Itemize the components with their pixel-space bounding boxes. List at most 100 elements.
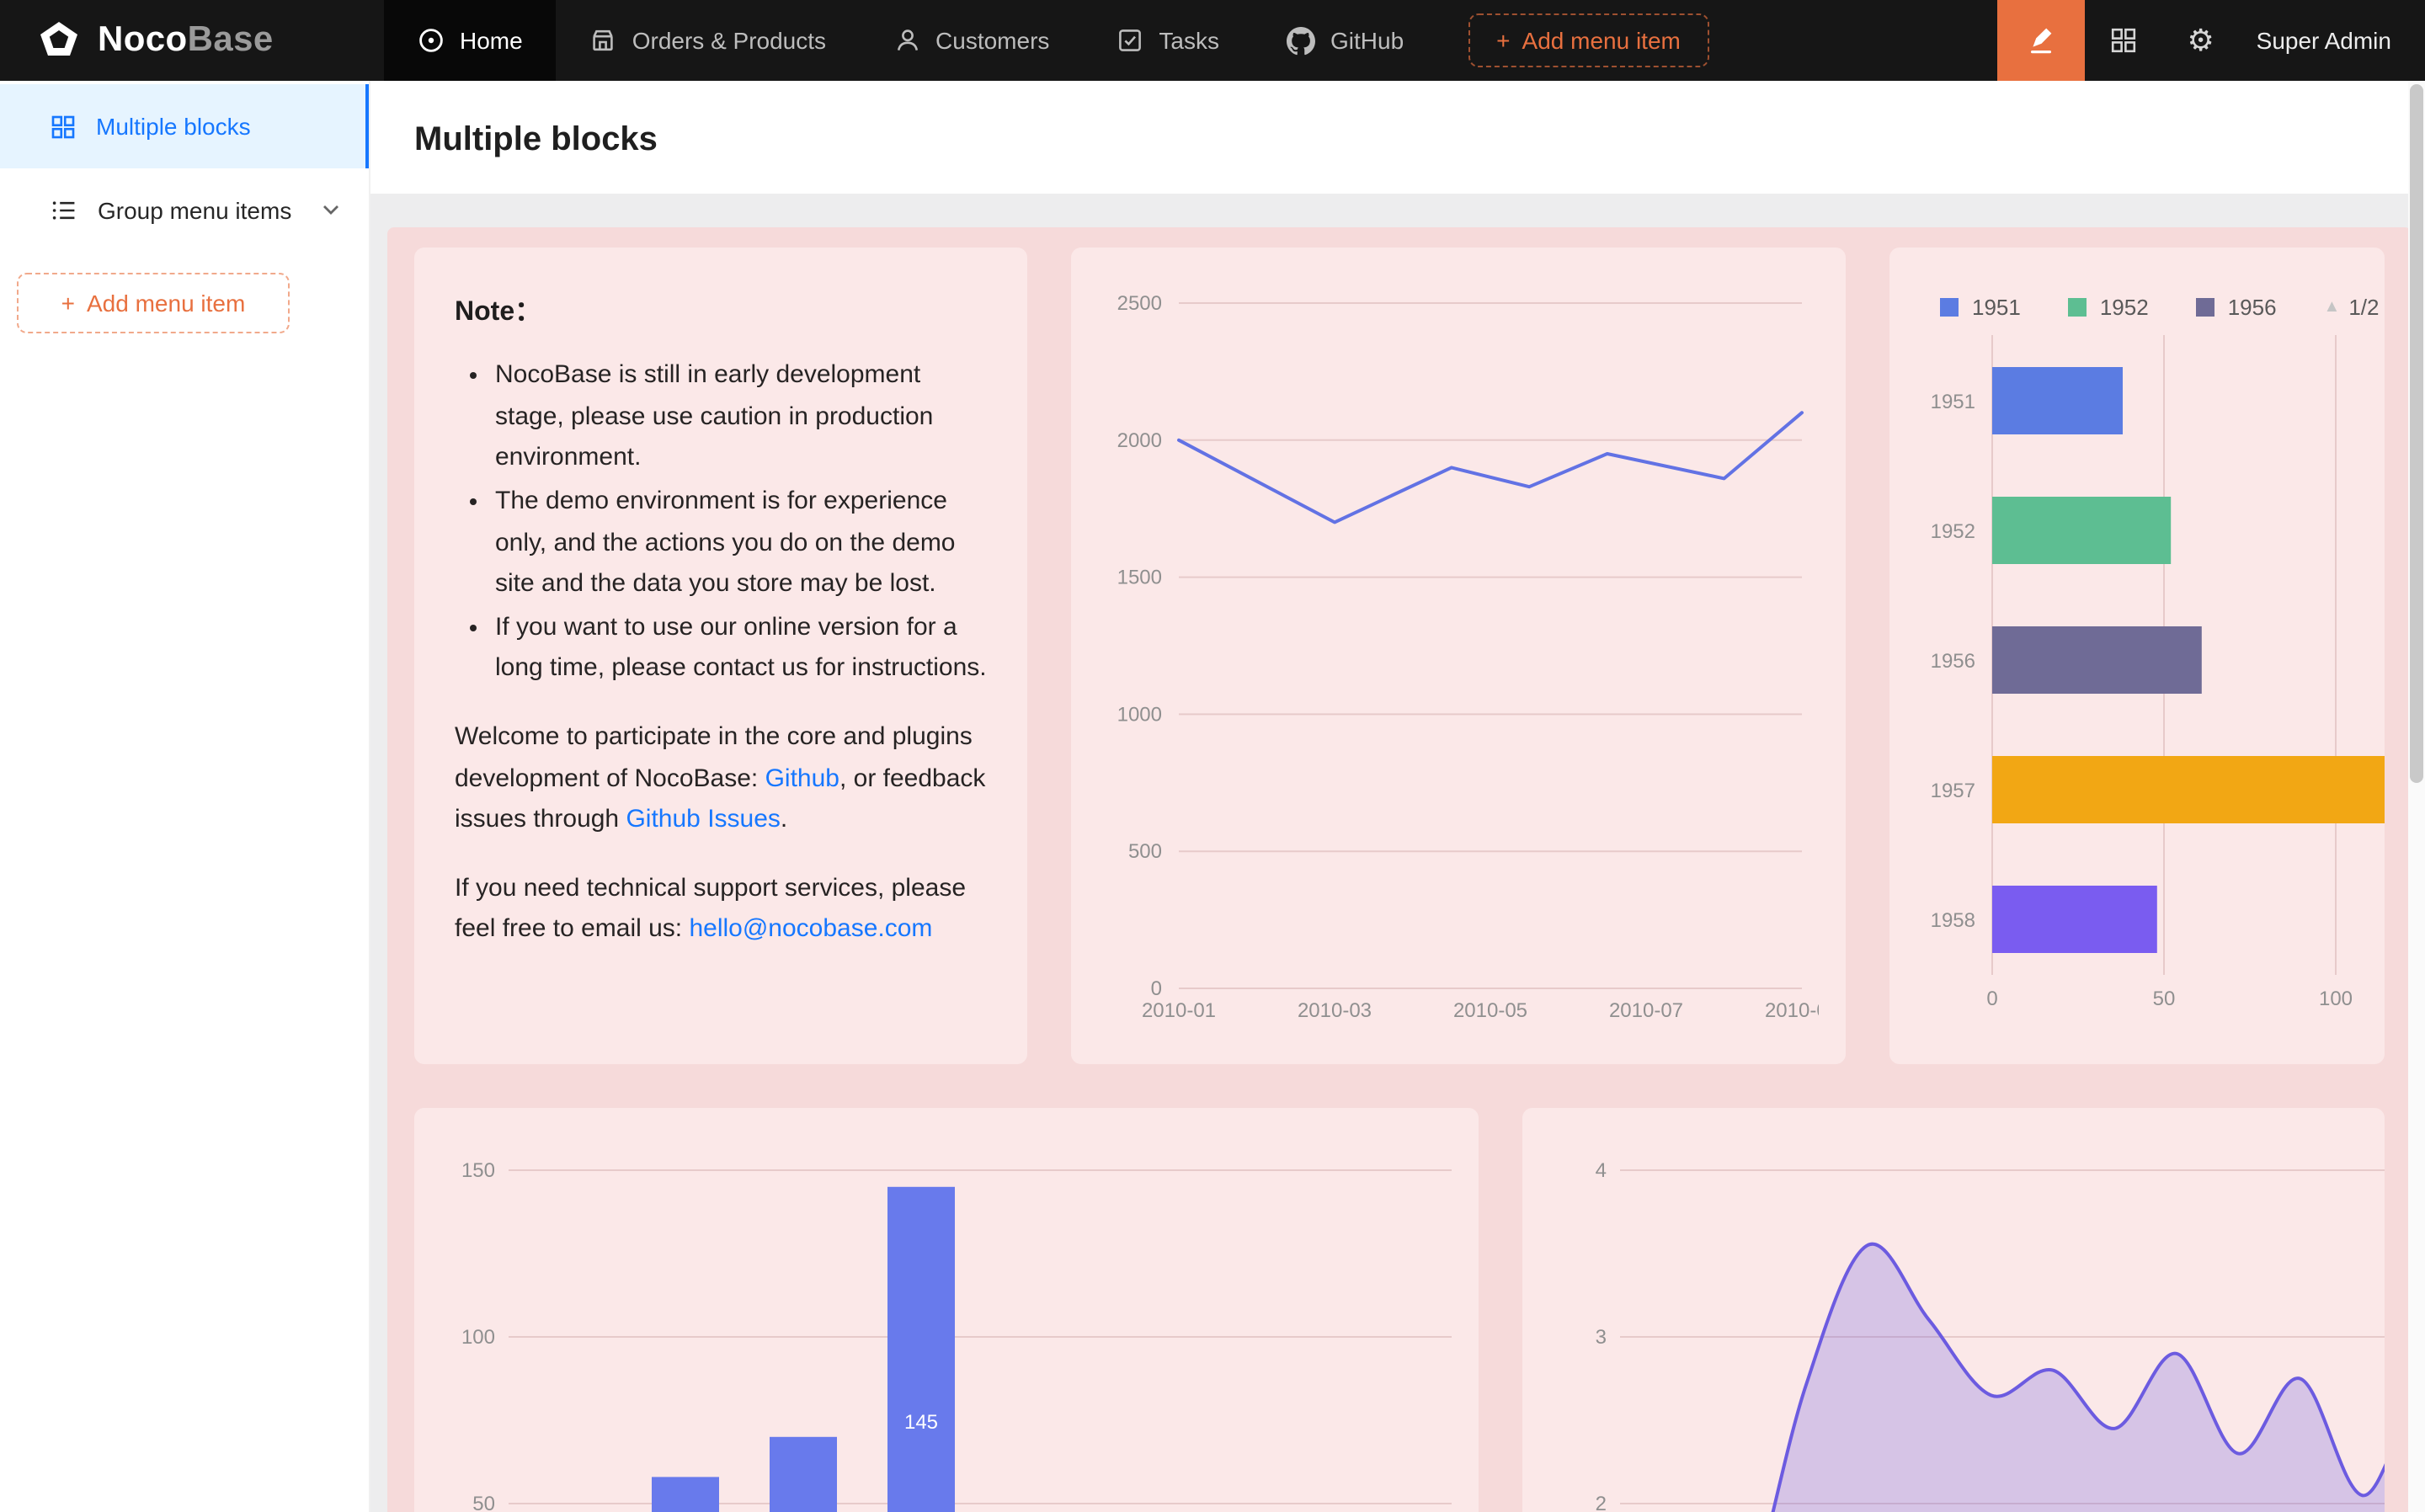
note-link[interactable]: hello@nocobase.com bbox=[689, 915, 932, 944]
main-area: Multiple blocks Note： NocoBase is still … bbox=[370, 81, 2425, 1512]
y-tick-label: 100 bbox=[461, 1326, 495, 1349]
grid-icon bbox=[2110, 27, 2137, 54]
y-cat-label: 1956 bbox=[1931, 650, 1975, 673]
sidebar-item-multiple-blocks[interactable]: Multiple blocks bbox=[0, 84, 369, 168]
y-cat-label: 1951 bbox=[1931, 391, 1975, 413]
plus-icon: + bbox=[1496, 27, 1510, 54]
home-icon bbox=[418, 27, 445, 54]
blocks-row-1: Note： NocoBase is still in early develop… bbox=[414, 248, 2385, 1064]
legend-item[interactable]: 1951 bbox=[1940, 294, 2021, 319]
y-tick-label: 0 bbox=[1151, 977, 1162, 1000]
legend-item[interactable]: 1952 bbox=[2068, 294, 2149, 319]
x-tick-label: 2010-05 bbox=[1453, 999, 1527, 1022]
note-bullet: NocoBase is still in early development s… bbox=[495, 355, 987, 480]
column-bar bbox=[770, 1437, 837, 1512]
column-chart-card: 15010050145 bbox=[414, 1108, 1479, 1512]
y-tick-label: 50 bbox=[472, 1493, 495, 1512]
y-tick-label: 1500 bbox=[1117, 567, 1162, 589]
app-body: Multiple blocks Group menu items + Add m… bbox=[0, 81, 2425, 1512]
y-tick-label: 2 bbox=[1596, 1493, 1607, 1512]
y-tick-label: 500 bbox=[1128, 840, 1162, 863]
y-tick-label: 3 bbox=[1596, 1326, 1607, 1349]
sidebar-item-label: Group menu items bbox=[98, 197, 291, 224]
note-text: . bbox=[781, 805, 787, 833]
legend-pager: ▲1/2▼ bbox=[2324, 294, 2385, 319]
y-tick-label: 2000 bbox=[1117, 429, 1162, 452]
user-menu[interactable]: Super Admin bbox=[2240, 27, 2425, 54]
legend-label: 1956 bbox=[2228, 294, 2277, 319]
line-chart-card: 0 500 1000 1500 2000 2500 2010-01 2010-03 2010-0… bbox=[1071, 248, 1846, 1064]
y-tick-label: 2500 bbox=[1117, 292, 1162, 315]
page-content: Note： NocoBase is still in early develop… bbox=[370, 194, 2425, 1512]
line-chart: 0 500 1000 1500 2000 2500 2010-01 2010-03 2010-0… bbox=[1098, 274, 1819, 1037]
bar-1958 bbox=[1992, 886, 2157, 953]
note-paragraph: Welcome to participate in the core and p… bbox=[455, 717, 987, 842]
nav-item-label: Orders & Products bbox=[632, 27, 826, 54]
check-square-icon bbox=[1117, 27, 1143, 54]
note-title: Note： bbox=[455, 291, 987, 335]
nav-item-home[interactable]: Home bbox=[384, 0, 557, 81]
x-tick-label: 2010-03 bbox=[1298, 999, 1372, 1022]
nav-add-label: Add menu item bbox=[1522, 27, 1681, 54]
hbar-chart: 05010015019511952195619571958 bbox=[1916, 325, 2385, 1030]
legend-item[interactable]: 1956 bbox=[2196, 294, 2277, 319]
sidebar-add-menu-item-button[interactable]: + Add menu item bbox=[17, 273, 290, 333]
nav-item-orders-products[interactable]: Orders & Products bbox=[557, 0, 860, 81]
sidebar-add-label: Add menu item bbox=[87, 290, 245, 317]
plugin-manager-button[interactable] bbox=[2085, 0, 2162, 81]
y-tick-label: 4 bbox=[1596, 1159, 1607, 1182]
y-cat-label: 1952 bbox=[1931, 520, 1975, 543]
y-cat-label: 1957 bbox=[1931, 780, 1975, 802]
scrollbar-thumb[interactable] bbox=[2410, 84, 2423, 783]
x-tick-label: 2010-01 bbox=[1142, 999, 1216, 1022]
nav-add-menu-item-button[interactable]: + Add menu item bbox=[1468, 13, 1709, 67]
nav-item-label: Home bbox=[460, 27, 523, 54]
chevron-down-icon bbox=[322, 204, 340, 217]
note-bullet: The demo environment is for experience o… bbox=[495, 482, 987, 606]
vbar-chart: 15010050145 bbox=[441, 1135, 1452, 1512]
blocks-grid-icon bbox=[51, 114, 76, 139]
x-tick-label: 100 bbox=[2319, 988, 2353, 1010]
column-bar bbox=[887, 1187, 955, 1512]
logo-bold: Noco bbox=[98, 20, 188, 59]
note-bullet: If you want to use our online version fo… bbox=[495, 608, 987, 690]
y-tick-label: 1000 bbox=[1117, 703, 1162, 726]
bar-1957 bbox=[1992, 756, 2385, 823]
legend-label: 1952 bbox=[2100, 294, 2149, 319]
note-link[interactable]: Github bbox=[765, 764, 839, 792]
app: NocoBase Home Orders & Products Customer… bbox=[0, 0, 2425, 1512]
page-title: Multiple blocks bbox=[414, 121, 2381, 160]
settings-button[interactable]: ⚙ bbox=[2162, 0, 2240, 81]
nav-item-label: GitHub bbox=[1330, 27, 1404, 54]
nav-item-tasks[interactable]: Tasks bbox=[1083, 0, 1253, 81]
nav-item-label: Customers bbox=[935, 27, 1049, 54]
page-scrollbar bbox=[2408, 81, 2425, 1512]
markdown-note-card: Note： NocoBase is still in early develop… bbox=[414, 248, 1027, 1064]
nav-item-label: Tasks bbox=[1159, 27, 1219, 54]
area-fill bbox=[1620, 1244, 2385, 1512]
shop-icon bbox=[590, 27, 617, 54]
legend-swatch bbox=[2068, 297, 2087, 316]
legend-page-indicator: 1/2 bbox=[2348, 294, 2379, 319]
legend-page-up-icon[interactable]: ▲ bbox=[2324, 297, 2341, 316]
legend-swatch bbox=[1940, 297, 1959, 316]
x-tick-label: 0 bbox=[1986, 988, 1997, 1010]
bar-1956 bbox=[1992, 626, 2202, 694]
area-chart-card: 4 3 2 bbox=[1522, 1108, 2385, 1512]
ui-editor-button[interactable] bbox=[1997, 0, 2085, 81]
nocobase-logo-icon bbox=[37, 19, 81, 62]
sidebar-item-group-menu-items[interactable]: Group menu items bbox=[0, 168, 369, 253]
note-bullet-list: NocoBase is still in early development s… bbox=[455, 355, 987, 690]
list-icon bbox=[51, 197, 77, 224]
nav-item-customers[interactable]: Customers bbox=[860, 0, 1083, 81]
sidebar: Multiple blocks Group menu items + Add m… bbox=[0, 81, 370, 1512]
x-tick-label: 2010-09 bbox=[1765, 999, 1819, 1022]
note-link[interactable]: Github Issues bbox=[626, 805, 780, 833]
person-icon bbox=[893, 27, 920, 54]
gear-icon: ⚙ bbox=[2188, 25, 2214, 56]
nocobase-logo[interactable]: NocoBase bbox=[0, 0, 384, 81]
y-cat-label: 1958 bbox=[1931, 909, 1975, 932]
hbar-legend: 195119521956▲1/2▼ bbox=[1916, 274, 2358, 325]
nav-item-github[interactable]: GitHub bbox=[1253, 0, 1437, 81]
note-paragraphs: Welcome to participate in the core and p… bbox=[455, 717, 987, 951]
